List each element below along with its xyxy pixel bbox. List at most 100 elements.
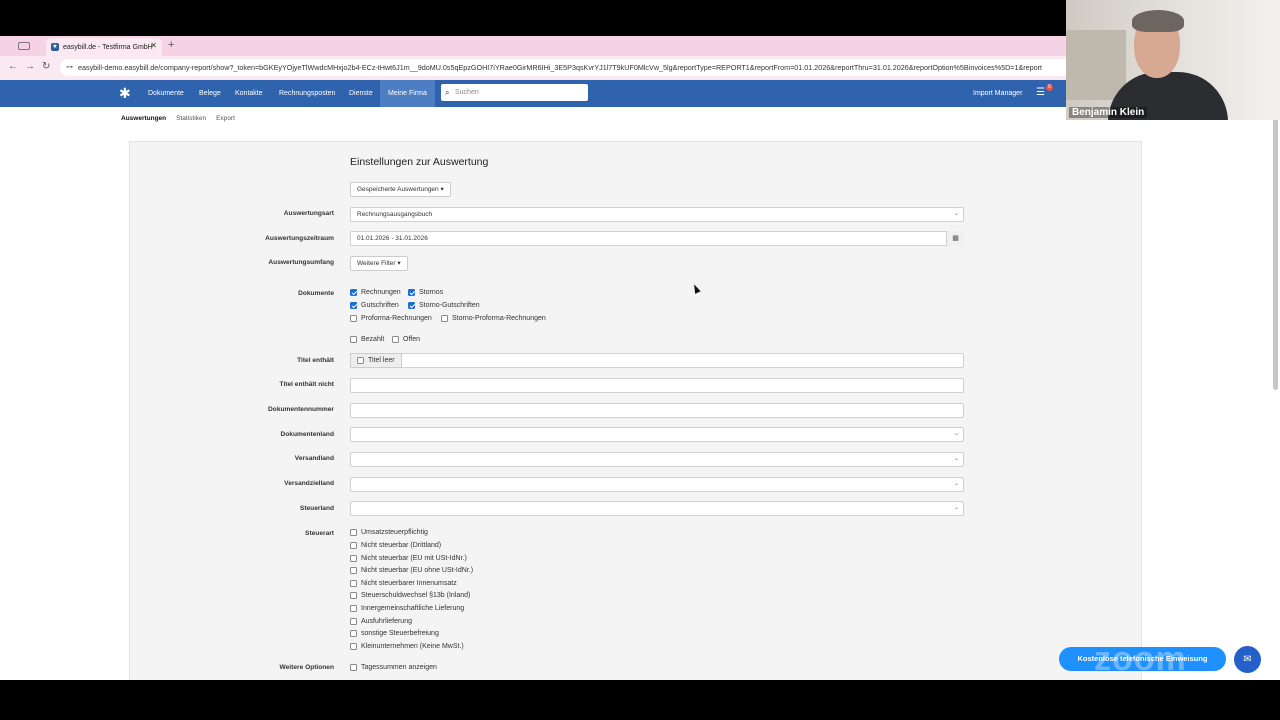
checkbox-label: Proforma-Rechnungen bbox=[361, 315, 432, 322]
checkbox-label: Nicht steuerbarer Innenumsatz bbox=[361, 580, 457, 587]
chat-icon[interactable]: ✉ bbox=[1234, 646, 1261, 673]
chevron-down-icon: ⌄ bbox=[953, 431, 959, 437]
checkbox-steuerart[interactable]: Kleinunternehmen (Keine MwSt.) bbox=[350, 643, 464, 650]
checkbox-steuerart[interactable]: Nicht steuerbarer Innenumsatz bbox=[350, 580, 457, 587]
checkbox-label: Gutschriften bbox=[361, 302, 399, 309]
checkbox-box[interactable] bbox=[441, 315, 448, 322]
checkbox-tagessummen[interactable]: Tagessummen anzeigen bbox=[350, 664, 437, 671]
checkbox-box[interactable] bbox=[357, 357, 364, 364]
address-bar[interactable]: ⊶ easybill-demo.easybill.de/company-repo… bbox=[60, 59, 1066, 76]
page-scrollbar[interactable] bbox=[1273, 118, 1278, 390]
import-manager-link[interactable]: Import Manager bbox=[973, 80, 1022, 107]
search-placeholder: Suchen bbox=[455, 89, 479, 96]
versandzielland-select[interactable]: ⌄ bbox=[350, 477, 964, 492]
checkbox-label: Tagessummen anzeigen bbox=[361, 664, 437, 671]
checkbox-box[interactable] bbox=[350, 529, 357, 536]
checkbox-box[interactable] bbox=[350, 555, 357, 562]
checkbox-storno-proforma[interactable]: Storno-Proforma-Rechnungen bbox=[441, 315, 546, 322]
checkbox-box[interactable] bbox=[350, 592, 357, 599]
dokumentenland-select[interactable]: ⌄ bbox=[350, 427, 964, 442]
subnav-auswertungen[interactable]: Auswertungen bbox=[121, 115, 166, 122]
checkbox-box[interactable] bbox=[350, 315, 357, 322]
subnav-statistiken[interactable]: Statistiken bbox=[176, 115, 206, 122]
task-list-icon[interactable]: ☰ bbox=[1036, 87, 1045, 98]
browser-tab[interactable]: ★ easybill.de - Testfirma GmbH ✕ bbox=[46, 38, 162, 56]
forward-icon[interactable]: → bbox=[25, 61, 35, 72]
saved-reports-dropdown[interactable]: Gespeicherte Auswertungen ▾ bbox=[350, 182, 451, 197]
steuerland-select[interactable]: ⌄ bbox=[350, 501, 964, 516]
titel-enthaelt-input[interactable] bbox=[350, 353, 964, 368]
checkbox-box[interactable] bbox=[350, 664, 357, 671]
checkbox-steuerart[interactable]: Nicht steuerbar (Drittland) bbox=[350, 542, 441, 549]
checkbox-box[interactable] bbox=[408, 289, 415, 296]
checkbox-box[interactable] bbox=[350, 289, 357, 296]
sub-navigation: Auswertungen Statistiken Export bbox=[121, 115, 235, 122]
back-icon[interactable]: ← bbox=[8, 61, 18, 72]
checkbox-label: Nicht steuerbar (Drittland) bbox=[361, 542, 442, 549]
auswertungsart-label: Auswertungsart bbox=[283, 210, 334, 217]
nav-dokumente[interactable]: Dokumente bbox=[140, 80, 192, 107]
weitere-filter-dropdown[interactable]: Weitere Filter ▾ bbox=[350, 256, 408, 271]
checkbox-gutschriften[interactable]: Gutschriften bbox=[350, 302, 399, 309]
calendar-icon[interactable]: ▦ bbox=[946, 231, 964, 246]
site-info-icon[interactable]: ⊶ bbox=[66, 59, 73, 76]
easybill-logo-icon[interactable]: ✱ bbox=[119, 86, 131, 100]
versandland-select[interactable]: ⌄ bbox=[350, 452, 964, 467]
zeitraum-label: Auswertungszeitraum bbox=[265, 235, 334, 242]
versandzielland-label: Versandzielland bbox=[284, 480, 334, 487]
nav-dienste[interactable]: Dienste bbox=[341, 80, 381, 107]
checkbox-storno-gutschriften[interactable]: Storno-Gutschriften bbox=[408, 302, 480, 309]
checkbox-box[interactable] bbox=[350, 542, 357, 549]
checkbox-box[interactable] bbox=[350, 567, 357, 574]
checkbox-box[interactable] bbox=[350, 643, 357, 650]
sidebar-toggle-icon[interactable] bbox=[18, 42, 30, 50]
checkbox-stornos[interactable]: Stornos bbox=[408, 289, 443, 296]
checkbox-box[interactable] bbox=[350, 605, 357, 612]
zeitraum-input[interactable]: 01.01.2026 - 31.01.2026 bbox=[350, 231, 964, 246]
tab-close-icon[interactable]: ✕ bbox=[150, 41, 157, 50]
checkbox-box[interactable] bbox=[350, 580, 357, 587]
nav-belege[interactable]: Belege bbox=[191, 80, 229, 107]
letterbox-bar bbox=[0, 680, 1280, 720]
subnav-export[interactable]: Export bbox=[216, 115, 235, 122]
checkbox-box[interactable] bbox=[350, 302, 357, 309]
checkbox-steuerart[interactable]: Nicht steuerbar (EU ohne USt-IdNr.) bbox=[350, 567, 473, 574]
checkbox-box[interactable] bbox=[350, 618, 357, 625]
webcam-person-hair bbox=[1132, 10, 1184, 32]
checkbox-proforma[interactable]: Proforma-Rechnungen bbox=[350, 315, 432, 322]
nav-kontakte[interactable]: Kontakte bbox=[227, 80, 271, 107]
dokumentennummer-input[interactable] bbox=[350, 403, 964, 418]
checkbox-box[interactable] bbox=[408, 302, 415, 309]
auswertungsart-select[interactable]: Rechnungsausgangsbuch ⌄ bbox=[350, 207, 964, 222]
zoom-watermark: zoom bbox=[1094, 640, 1187, 678]
steuerland-label: Steuerland bbox=[299, 505, 334, 512]
checkbox-box[interactable] bbox=[350, 630, 357, 637]
checkbox-steuerart[interactable]: Ausfuhrlieferung bbox=[350, 618, 412, 625]
new-tab-button[interactable]: + bbox=[168, 39, 174, 51]
dokumentenland-label: Dokumentenland bbox=[280, 431, 335, 438]
checkbox-bezahlt[interactable]: Bezahlt bbox=[350, 336, 384, 343]
checkbox-offen[interactable]: Offen bbox=[392, 336, 420, 343]
weitere-optionen-label: Weitere Optionen bbox=[279, 664, 334, 671]
nav-rechnungsposten[interactable]: Rechnungsposten bbox=[271, 80, 343, 107]
checkbox-rechnungen[interactable]: Rechnungen bbox=[350, 289, 401, 296]
titel-leer-toggle[interactable]: Titel leer bbox=[350, 353, 402, 368]
chevron-down-icon: ⌄ bbox=[953, 481, 959, 487]
reload-icon[interactable]: ↻ bbox=[42, 61, 50, 72]
checkbox-steuerart[interactable]: Nicht steuerbar (EU mit USt-IdNr.) bbox=[350, 555, 467, 562]
checkbox-box[interactable] bbox=[392, 336, 399, 343]
chevron-down-icon: ⌄ bbox=[953, 505, 959, 511]
checkbox-steuerart[interactable]: Steuerschuldwechsel §13b (Inland) bbox=[350, 592, 470, 599]
search-input[interactable]: ⌕ Suchen bbox=[441, 84, 588, 101]
checkbox-steuerart[interactable]: Umsatzsteuerpflichtig bbox=[350, 529, 428, 536]
nav-meine-firma[interactable]: Meine Firma bbox=[380, 80, 435, 107]
tab-title: easybill.de - Testfirma GmbH bbox=[63, 43, 153, 51]
checkbox-box[interactable] bbox=[350, 336, 357, 343]
webcam-shelf bbox=[1066, 30, 1126, 100]
participant-name: Benjamin Klein bbox=[1069, 107, 1148, 118]
titel-nicht-input[interactable] bbox=[350, 378, 964, 393]
checkbox-steuerart[interactable]: sonstige Steuerbefreiung bbox=[350, 630, 439, 637]
checkbox-steuerart[interactable]: Innergemeinschaftliche Lieferung bbox=[350, 605, 464, 612]
umfang-label: Auswertungsumfang bbox=[268, 259, 334, 266]
favicon-icon: ★ bbox=[51, 43, 59, 51]
